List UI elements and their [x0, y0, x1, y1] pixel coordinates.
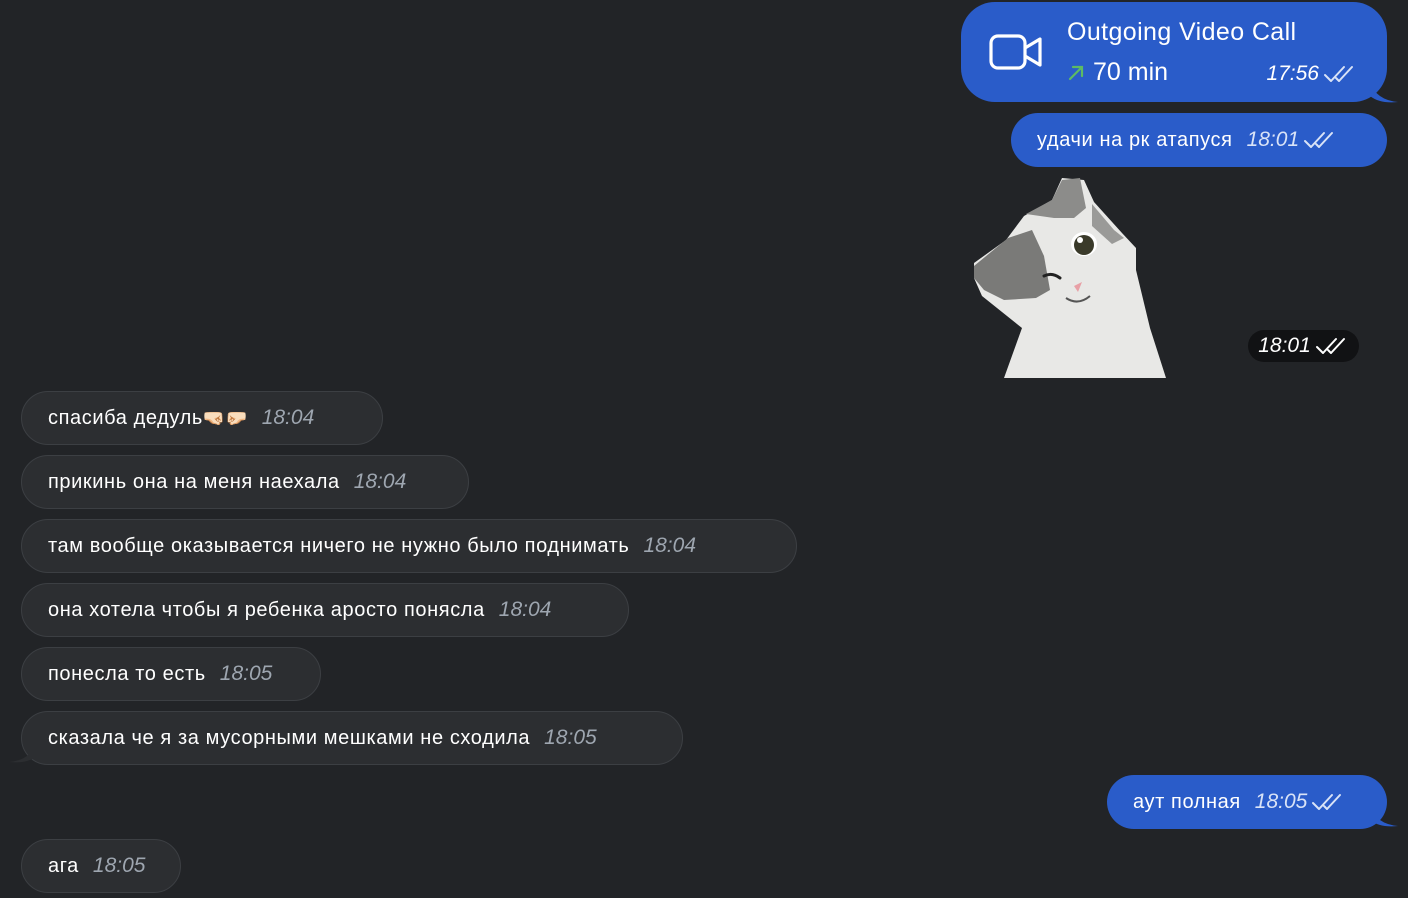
- incoming-message[interactable]: сказала че я за мусорными мешками не схо…: [21, 711, 683, 765]
- message-time: 18:05: [219, 662, 273, 685]
- bubble-tail: [1370, 82, 1398, 103]
- message-time: 18:05: [92, 854, 146, 877]
- sticker-timestamp: 18:01: [1248, 330, 1359, 362]
- incoming-message[interactable]: прикинь она на меня наехала 18:04: [21, 455, 469, 509]
- call-timestamp: 17:56: [1266, 62, 1357, 86]
- message-time: 18:04: [353, 470, 407, 493]
- incoming-message[interactable]: понесла то есть 18:05: [21, 647, 321, 701]
- message-time: 18:01: [1246, 128, 1300, 151]
- bubble-tail: [1370, 806, 1398, 827]
- message-text: понесла то есть: [48, 662, 206, 685]
- message-text: сказала че я за мусорными мешками не схо…: [48, 726, 531, 749]
- message-time: 18:04: [498, 598, 552, 621]
- message-text: там вообще оказывается ничего не нужно б…: [48, 534, 630, 557]
- message-time: 17:56: [1266, 62, 1319, 85]
- incoming-message[interactable]: спасиба дедуль 🤜🏻🤛🏻 18:04: [21, 391, 383, 445]
- message-text: ага: [48, 854, 79, 877]
- message-time: 18:04: [643, 534, 697, 557]
- message-text: аут полная: [1133, 790, 1241, 813]
- message-text: прикинь она на меня наехала: [48, 470, 340, 493]
- video-camera-icon: [989, 32, 1043, 77]
- message-time: 18:05: [1254, 790, 1308, 813]
- incoming-message[interactable]: там вообще оказывается ничего не нужно б…: [21, 519, 797, 573]
- call-duration-text: 70 min: [1093, 58, 1169, 86]
- call-duration: 70 min: [1067, 58, 1168, 87]
- fist-bump-emoji: 🤜🏻🤛🏻: [202, 407, 248, 428]
- double-check-icon: [1311, 792, 1345, 812]
- cat-sticker[interactable]: [974, 178, 1166, 378]
- incoming-message[interactable]: ага 18:05: [21, 839, 181, 893]
- outgoing-message[interactable]: аут полная 18:05: [1107, 775, 1387, 829]
- double-check-icon: [1303, 130, 1337, 150]
- message-time: 18:05: [544, 726, 597, 749]
- message-text: спасиба дедуль: [48, 406, 203, 429]
- incoming-message[interactable]: она хотела чтобы я ребенка аросто понясл…: [21, 583, 629, 637]
- outgoing-message[interactable]: удачи на рк атапуся 18:01: [1011, 113, 1387, 167]
- bubble-tail: [9, 742, 37, 763]
- message-time: 18:04: [261, 406, 315, 429]
- message-text: она хотела чтобы я ребенка аросто понясл…: [48, 598, 485, 621]
- message-time: 18:01: [1258, 334, 1311, 357]
- outgoing-arrow-icon: [1068, 65, 1084, 80]
- message-text: удачи на рк атапуся: [1037, 128, 1233, 151]
- double-check-icon: [1323, 64, 1357, 84]
- video-call-bubble[interactable]: Outgoing Video Call 70 min 17:56: [961, 2, 1387, 102]
- call-title: Outgoing Video Call: [1067, 18, 1297, 46]
- double-check-icon: [1315, 336, 1349, 356]
